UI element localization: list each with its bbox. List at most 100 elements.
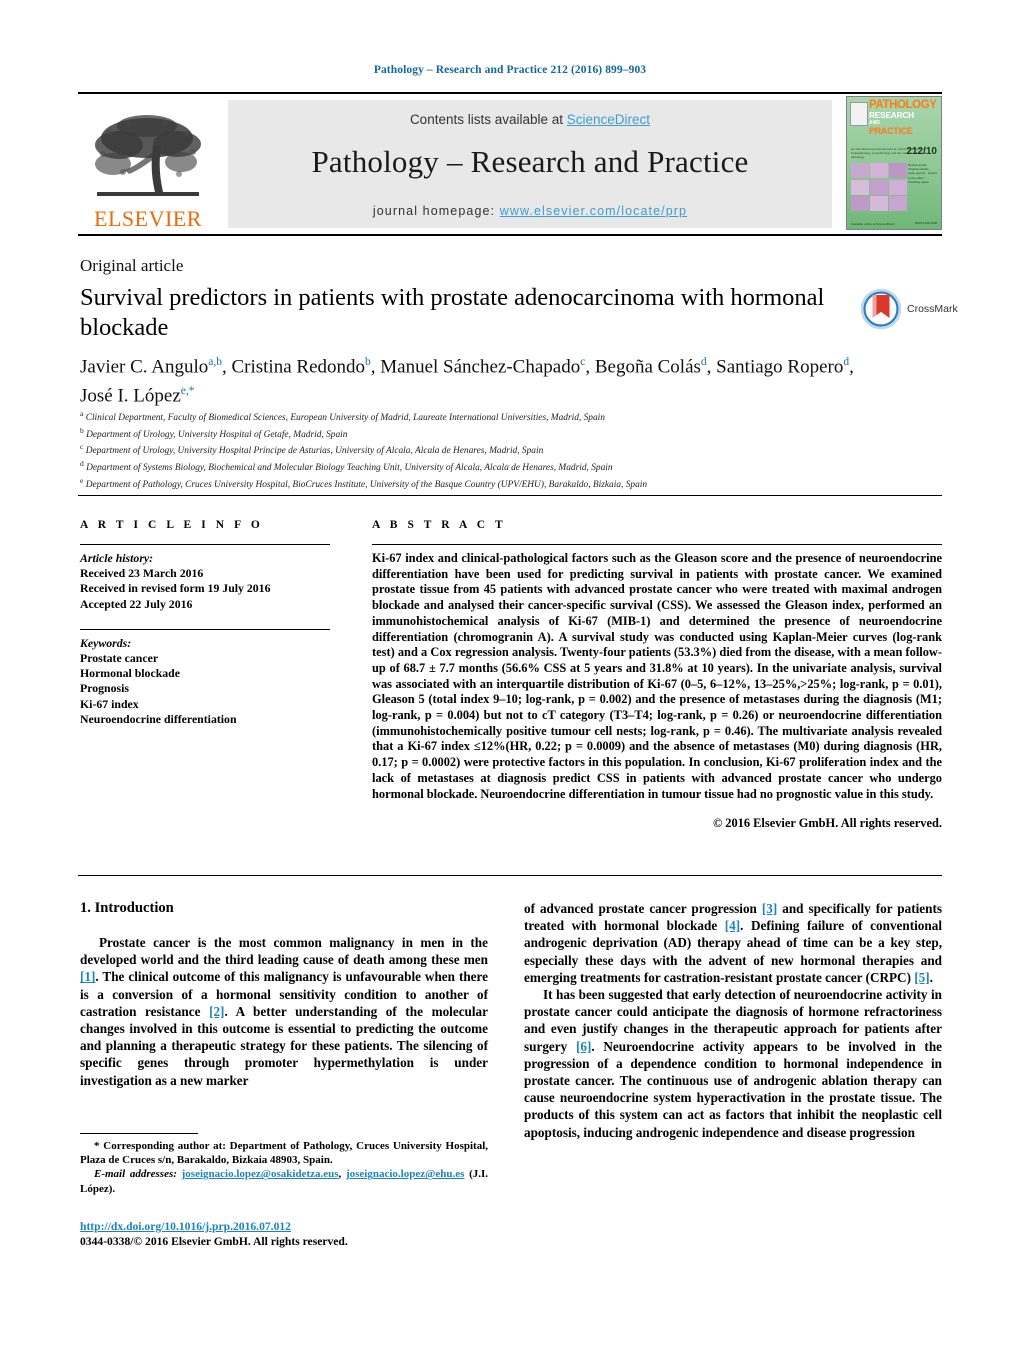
- abstract-text: Ki-67 index and clinical-pathological fa…: [372, 551, 942, 801]
- cover-issue-number: 212/10: [906, 146, 937, 157]
- email-link-primary[interactable]: joseignacio.lopez@osakidetza.eus: [182, 1168, 339, 1180]
- corresponding-author-note: * Corresponding author at: Department of…: [80, 1140, 488, 1167]
- divider-above-info: [78, 495, 942, 496]
- sciencedirect-link[interactable]: ScienceDirect: [567, 112, 650, 127]
- intro-right-text-d: .: [929, 969, 933, 985]
- intro-paragraph-right-2: It has been suggested that early detecti…: [524, 986, 942, 1141]
- author-name: José I. López: [80, 385, 181, 407]
- journal-cover-thumbnail: PATHOLOGY RESEARCH AND PRACTICE an inter…: [846, 96, 942, 230]
- keyword-item: Prostate cancer: [80, 651, 159, 666]
- citation-ref-2[interactable]: [2]: [209, 1004, 224, 1019]
- author-affiliation-marker: b: [365, 356, 371, 368]
- journal-band: Contents lists available at ScienceDirec…: [228, 100, 832, 228]
- divider-above-body: [78, 875, 942, 876]
- elsevier-tree-icon: [95, 115, 201, 196]
- crossmark-badge[interactable]: CrossMark: [860, 286, 958, 332]
- issn-copyright-line: 0344-0338/© 2016 Elsevier GmbH. All righ…: [80, 1235, 348, 1248]
- cover-micrograph-grid: [851, 163, 907, 211]
- cover-issn: ISSN 0344-0338: [914, 221, 937, 225]
- journal-title: Pathology – Research and Practice: [311, 144, 749, 179]
- keyword-item: Hormonal blockade: [80, 666, 180, 681]
- abstract-copyright: © 2016 Elsevier GmbH. All rights reserve…: [712, 816, 942, 831]
- author-affiliation-marker: e,*: [180, 385, 195, 398]
- keyword-item: Prognosis: [80, 681, 129, 696]
- article-type-label: Original article: [80, 256, 184, 275]
- author-affiliation-marker: a,b: [208, 356, 222, 368]
- cover-line-practice: PRACTICE: [869, 126, 913, 136]
- keywords-label: Keywords:: [80, 635, 132, 650]
- keyword-item: Ki-67 index: [80, 696, 139, 711]
- cover-line-research: RESEARCH: [869, 110, 914, 120]
- history-received: Received 23 March 2016: [80, 566, 204, 581]
- affiliation-item: d Department of Systems Biology, Biochem…: [80, 459, 613, 474]
- section-heading-introduction: 1. Introduction: [80, 900, 174, 916]
- affiliation-marker: b: [80, 425, 84, 435]
- author-name: Begoña Colás: [594, 356, 701, 378]
- intro-paragraph-left: Prostate cancer is the most common malig…: [80, 934, 488, 1089]
- cover-footer-note: Available online at ScienceDirect: [851, 222, 895, 226]
- intro-right-text-a: of advanced prostate cancer progression: [524, 901, 762, 916]
- contents-prefix: Contents lists available at: [409, 112, 567, 127]
- journal-homepage-link[interactable]: www.elsevier.com/locate/prp: [500, 204, 687, 218]
- email-label: E-mail addresses:: [94, 1168, 177, 1181]
- intro-left-text-a: Prostate cancer is the most common malig…: [80, 935, 488, 968]
- homepage-prefix: journal homepage:: [372, 204, 500, 218]
- doi-block: http://dx.doi.org/10.1016/j.prp.2016.07.…: [80, 1219, 500, 1249]
- email-addresses-note: E-mail addresses: joseignacio.lopez@osak…: [80, 1167, 488, 1195]
- author-name: Cristina Redondo: [231, 356, 366, 378]
- paper-page: Pathology – Research and Practice 212 (2…: [0, 0, 1020, 1351]
- abstract-column: A B S T R A C T Ki-67 index and clinical…: [372, 519, 942, 831]
- affiliation-item: a Clinical Department, Faculty of Biomed…: [80, 409, 605, 424]
- author-affiliation-marker: d: [700, 356, 707, 368]
- cover-contents-list: Review article · Original articles · Cas…: [908, 163, 938, 184]
- citation-ref-3[interactable]: [3]: [762, 901, 777, 916]
- citation-ref-5[interactable]: [5]: [914, 970, 929, 985]
- body-column-left: 1. Introduction Prostate cancer is the m…: [80, 900, 488, 1089]
- footnote-rule: [80, 1133, 198, 1134]
- footnote-block: * Corresponding author at: Department of…: [80, 1139, 488, 1196]
- keyword-item: Neuroendocrine differentiation: [80, 711, 237, 726]
- elsevier-logo: ELSEVIER: [78, 94, 218, 234]
- affiliation-marker: d: [80, 459, 84, 469]
- affiliation-item: c Department of Urology, University Hosp…: [80, 442, 544, 457]
- article-history-label: Article history:: [80, 551, 154, 565]
- cover-header: PATHOLOGY RESEARCH AND PRACTICE: [850, 99, 938, 144]
- abstract-rule: [372, 544, 942, 545]
- elsevier-wordmark: ELSEVIER: [94, 206, 202, 231]
- affiliation-marker: c: [80, 442, 84, 452]
- affiliation-item: b Department of Urology, University Hosp…: [80, 425, 348, 440]
- intro-paragraph-right-1: of advanced prostate cancer progression …: [524, 900, 942, 986]
- author-list: Javier C. Anguloa,b, Cristina Redondob, …: [80, 356, 854, 407]
- crossmark-icon: [860, 288, 902, 330]
- doi-link[interactable]: http://dx.doi.org/10.1016/j.prp.2016.07.…: [80, 1220, 291, 1233]
- article-info-rule: [80, 544, 330, 545]
- cover-elsevier-mark: [850, 102, 868, 126]
- journal-homepage-line: journal homepage: www.elsevier.com/locat…: [228, 180, 832, 218]
- author-name: Manuel Sánchez-Chapado: [380, 356, 581, 378]
- affiliation-marker: e: [80, 475, 84, 485]
- body-column-right: of advanced prostate cancer progression …: [524, 900, 942, 1141]
- cover-title-block: PATHOLOGY RESEARCH AND PRACTICE: [869, 99, 938, 136]
- contents-available-line: Contents lists available at ScienceDirec…: [228, 100, 832, 127]
- author-name: Santiago Ropero: [716, 356, 844, 378]
- affiliation-list: a Clinical Department, Faculty of Biomed…: [80, 408, 890, 492]
- running-head: Pathology – Research and Practice 212 (2…: [373, 64, 647, 76]
- citation-ref-1[interactable]: [1]: [80, 969, 95, 984]
- citation-ref-4[interactable]: [4]: [725, 918, 740, 933]
- history-revised: Received in revised form 19 July 2016: [80, 581, 271, 596]
- email-separator: ,: [338, 1168, 346, 1181]
- affiliation-marker: a: [80, 409, 84, 418]
- abstract-heading: A B S T R A C T: [372, 519, 507, 531]
- history-accepted: Accepted 22 July 2016: [80, 596, 193, 611]
- author-name: Javier C. Angulo: [80, 356, 209, 378]
- email-link-secondary[interactable]: joseignacio.lopez@ehu.es: [346, 1168, 464, 1180]
- article-info-column: A R T I C L E I N F O Article history: R…: [80, 519, 330, 727]
- keywords-rule: [80, 628, 330, 630]
- page-title: Survival predictors in patients with pro…: [80, 284, 825, 341]
- affiliation-item: e Department of Pathology, Cruces Univer…: [80, 475, 648, 490]
- journal-masthead: ELSEVIER Contents lists available at Sci…: [78, 92, 942, 236]
- author-affiliation-marker: d: [843, 356, 850, 368]
- citation-ref-6[interactable]: [6]: [576, 1039, 591, 1054]
- article-info-heading: A R T I C L E I N F O: [80, 519, 264, 531]
- crossmark-label: CrossMark: [907, 303, 958, 315]
